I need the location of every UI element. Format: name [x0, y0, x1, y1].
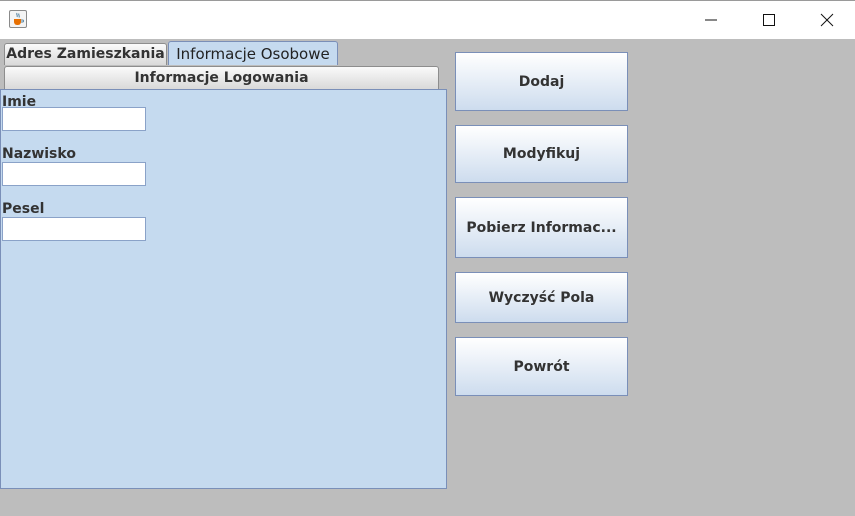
nazwisko-field[interactable] [2, 162, 146, 186]
tab-informacje-logowania[interactable]: Informacje Logowania [4, 66, 439, 89]
minimize-button[interactable] [682, 1, 740, 39]
imie-field[interactable] [2, 107, 146, 131]
tab-adres-zamieszkania[interactable]: Adres Zamieszkania [4, 43, 167, 65]
maximize-icon [763, 14, 775, 26]
close-button[interactable] [798, 1, 855, 39]
maximize-button[interactable] [740, 1, 798, 39]
minimize-icon [705, 19, 717, 21]
powrot-button[interactable]: Powrót [455, 337, 628, 396]
pesel-label: Pesel [2, 201, 45, 217]
pobierz-informacje-button[interactable]: Pobierz Informac... [455, 197, 628, 258]
tab-informacje-osobowe[interactable]: Informacje Osobowe [168, 41, 338, 65]
pesel-field[interactable] [2, 217, 146, 241]
close-icon [820, 13, 834, 27]
wyczysc-pola-button[interactable]: Wyczyść Pola [455, 272, 628, 323]
title-bar [0, 0, 855, 39]
modyfikuj-button[interactable]: Modyfikuj [455, 125, 628, 183]
java-cup-icon[interactable] [9, 10, 27, 28]
nazwisko-label: Nazwisko [2, 146, 76, 162]
dodaj-button[interactable]: Dodaj [455, 52, 628, 111]
